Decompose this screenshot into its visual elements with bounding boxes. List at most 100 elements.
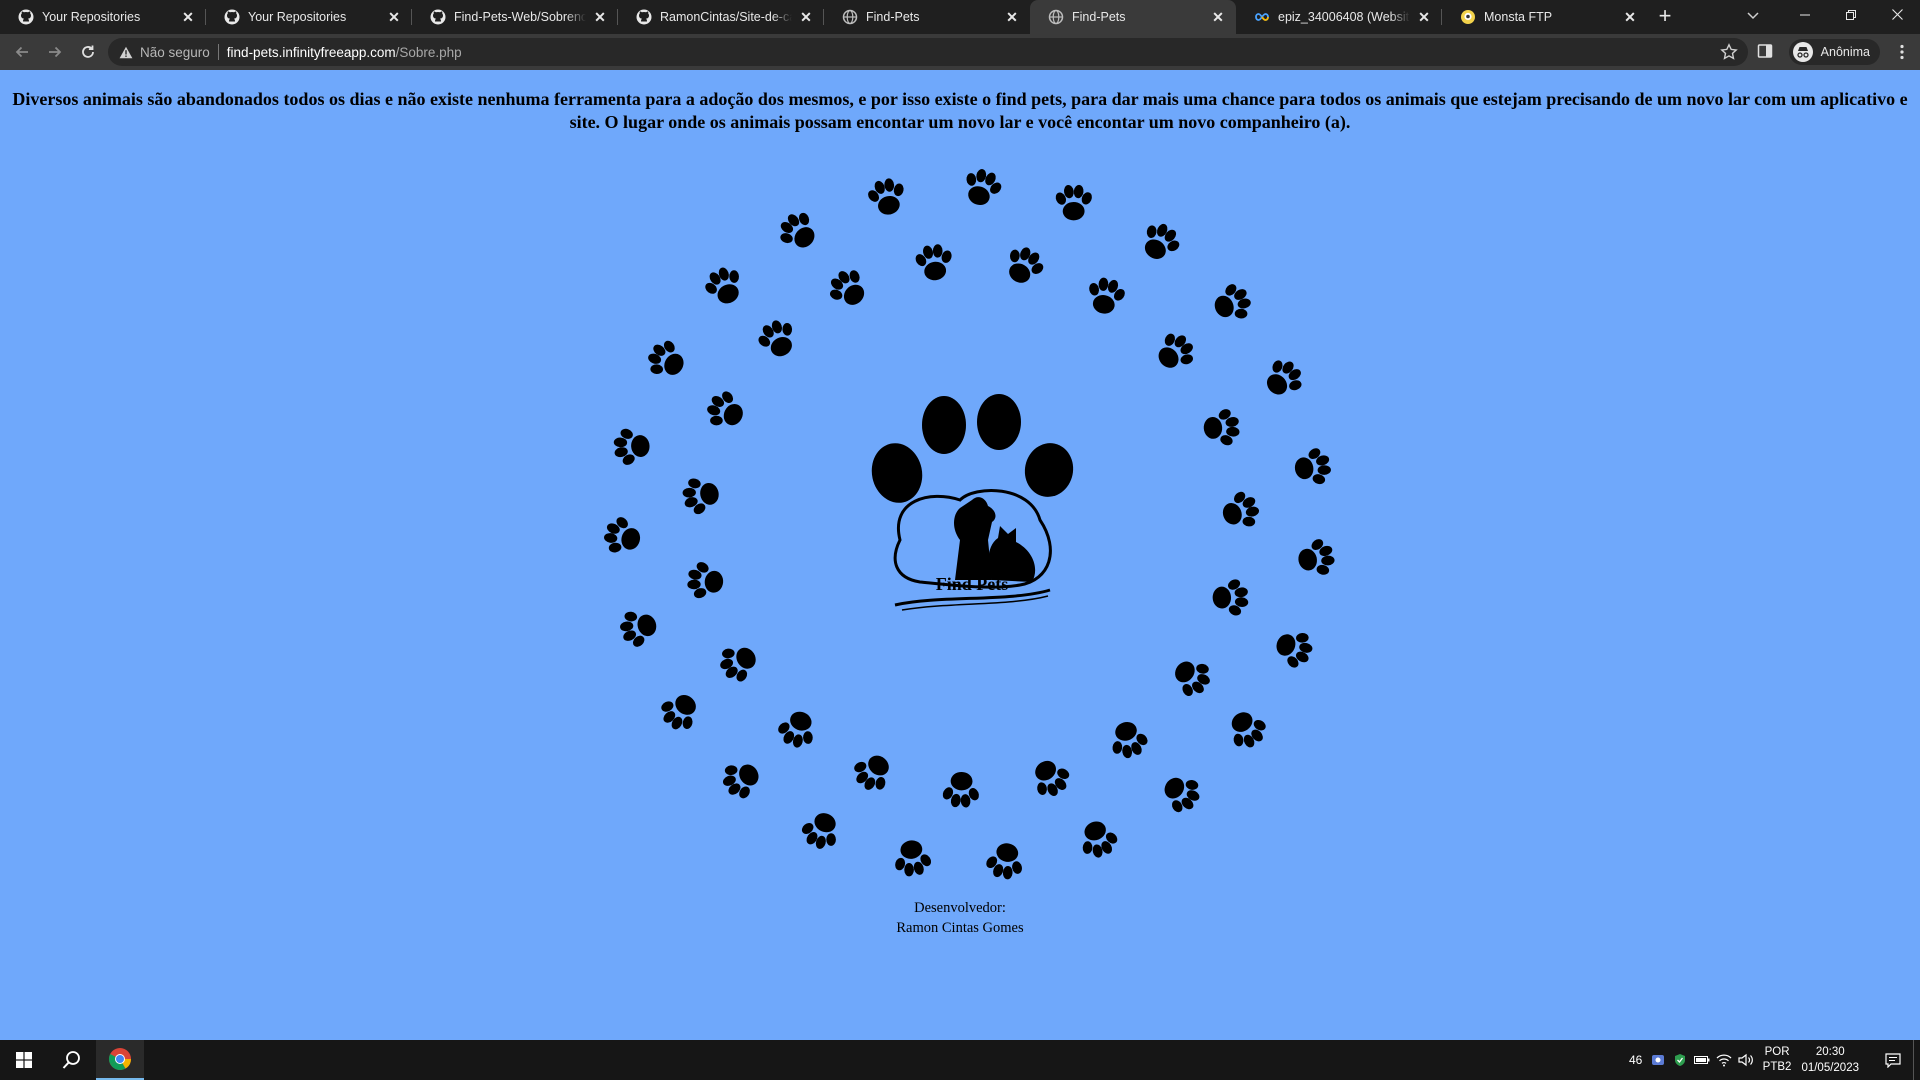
paw-print-icon [771,204,825,259]
tray-counter[interactable]: 46 [1625,1040,1647,1080]
paw-print-icon [615,603,662,653]
paw-print-icon [1133,215,1187,268]
paw-print-icon [845,745,900,799]
warning-triangle-icon[interactable] [118,44,134,60]
tab-1[interactable]: Your Repositories ✕ [206,0,412,34]
paw-print-icon [1216,485,1265,536]
tab-4[interactable]: Find-Pets ✕ [824,0,1030,34]
security-label[interactable]: Não seguro [140,45,210,60]
shield-icon[interactable] [1669,1040,1691,1080]
url-host: find-pets.infinityfreeapp.com [226,44,396,60]
tab-title: Monsta FTP [1484,10,1553,24]
tab-strip: Your Repositories ✕ Your Repositories ✕ … [0,0,1920,34]
toolbar-right: Anônima [1757,34,1920,70]
tab-2[interactable]: Find-Pets-Web/Sobrenos.php ✕ [412,0,618,34]
paw-print-icon [612,425,652,468]
paw-print-icon [1294,534,1339,582]
infinityfree-icon [1254,9,1270,25]
tab-title: RamonCintas/Site-de-cadastro [660,10,792,24]
clock[interactable]: 20:30 01/05/2023 [1801,1044,1859,1076]
show-desktop-button[interactable] [1913,1040,1920,1080]
bookmark-star-icon[interactable] [1720,43,1738,61]
paw-print-icon [1148,325,1203,379]
logo-text: Find Pets [936,574,1009,594]
url-path: /Sobre.php [395,44,462,60]
new-tab-button[interactable]: + [1648,0,1682,34]
paw-print-icon [1207,277,1257,329]
close-tab-icon[interactable]: ✕ [1004,9,1020,25]
paw-print-icon [795,805,847,856]
tab-title: Find-Pets-Web/Sobrenos.php [454,10,586,24]
windows-start-icon[interactable] [0,1040,48,1080]
paw-print-icon [653,685,707,739]
reload-icon[interactable] [72,36,104,68]
paw-print-icon [712,636,765,689]
tab-7[interactable]: Monsta FTP ✕ [1442,0,1648,34]
intro-paragraph: Diversos animais são abandonados todos o… [12,89,1908,132]
paw-print-icon [912,241,957,283]
close-tab-icon[interactable]: ✕ [1210,9,1226,25]
tab-search-chevron-icon[interactable] [1730,0,1776,32]
system-tray: 46 POR PTB2 20:30 01/05/2023 [1625,1040,1920,1080]
incognito-profile-button[interactable]: Anônima [1788,39,1880,65]
github-icon [18,9,34,25]
paw-print-icon [685,558,726,603]
paw-print-icon [700,384,751,437]
globe-icon [842,9,858,25]
chrome-taskbar-icon[interactable] [96,1040,144,1080]
app-tray-icon[interactable] [1647,1040,1669,1080]
notification-icon[interactable] [1873,1040,1913,1080]
paw-print-icon [1072,815,1124,864]
tab-title: Your Repositories [248,10,347,24]
minimize-icon[interactable] [1782,0,1828,32]
paw-print-icon [1202,406,1242,449]
keyboard-layout: PTB2 [1762,1061,1792,1073]
close-tab-icon[interactable]: ✕ [386,9,402,25]
close-window-icon[interactable] [1874,0,1920,32]
restore-icon[interactable] [1828,0,1874,32]
close-tab-icon[interactable]: ✕ [1416,9,1432,25]
profile-label: Anônima [1820,45,1870,59]
tab-0[interactable]: Your Repositories ✕ [0,0,206,34]
close-tab-icon[interactable]: ✕ [592,9,608,25]
paw-print-icon [1023,751,1078,805]
github-icon [430,9,446,25]
clock-time: 20:30 [1815,1046,1845,1058]
paw-print-icon [698,260,751,311]
developer-name: Ramon Cintas Gomes [896,920,1024,936]
tab-6[interactable]: epiz_34006408 (Website for find-pets) ✕ [1236,0,1442,34]
find-pets-logo: Find Pets [860,390,1080,620]
wifi-icon[interactable] [1713,1040,1735,1080]
close-tab-icon[interactable]: ✕ [798,9,814,25]
close-tab-icon[interactable]: ✕ [180,9,196,25]
paw-print-icon [1082,273,1130,318]
tab-title: Your Repositories [42,10,141,24]
tab-title: Find-Pets [1072,10,1126,24]
input-language[interactable]: POR PTB2 [1763,1045,1792,1075]
search-icon[interactable] [48,1040,96,1080]
battery-icon[interactable] [1691,1040,1713,1080]
incognito-icon [1792,42,1813,62]
paw-print-icon [1103,716,1154,764]
developer-credits: Desenvolvedor: Ramon Cintas Gomes [0,898,1920,938]
paw-print-icon [1155,766,1208,821]
address-bar[interactable]: Não seguro find-pets.infinityfreeapp.com… [108,38,1748,66]
paw-print-icon [863,174,911,219]
forward-arrow-icon[interactable] [39,36,71,68]
monsta-ftp-icon [1460,9,1476,25]
window-controls [1782,0,1920,32]
side-panel-icon[interactable] [1757,43,1775,61]
omnibox-divider [217,44,219,60]
kebab-menu-icon[interactable] [1890,40,1914,64]
clock-date: 01/05/2023 [1801,1062,1859,1074]
volume-icon[interactable] [1735,1040,1757,1080]
back-arrow-icon[interactable] [6,36,38,68]
tab-5-active[interactable]: Find-Pets ✕ [1030,0,1236,34]
tab-3[interactable]: RamonCintas/Site-de-cadastro ✕ [618,0,824,34]
paw-print-icon [889,837,935,880]
github-icon [224,9,240,25]
paw-print-icon [1269,623,1319,674]
paw-print-icon [957,163,1008,212]
close-tab-icon[interactable]: ✕ [1622,9,1638,25]
paw-print-icon [1165,650,1219,704]
